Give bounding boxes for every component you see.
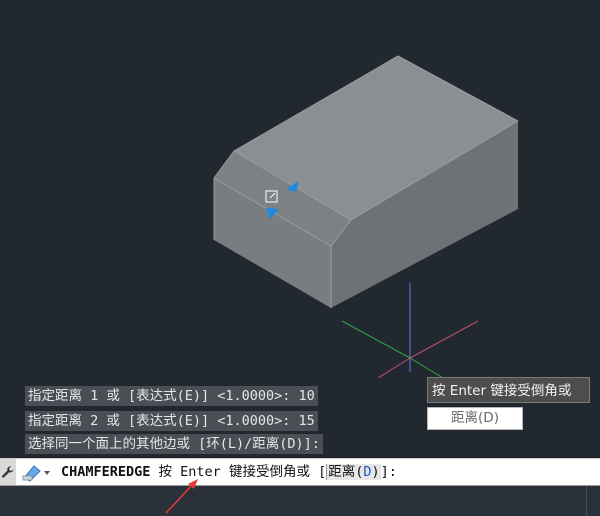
command-name: CHAMFEREDGE xyxy=(61,464,151,480)
ucs-axes-icon xyxy=(341,283,479,379)
prompt-enter-word: Enter xyxy=(180,464,221,480)
prompt-before: 按 xyxy=(150,464,181,480)
wrench-icon[interactable] xyxy=(0,459,16,485)
command-option-distance[interactable]: 距离(D) xyxy=(326,464,381,480)
prompt-tail: ]: xyxy=(380,464,397,480)
command-line[interactable]: CHAMFEREDGE 按 Enter 键接受倒角或 [距离(D)]: xyxy=(0,458,600,486)
prompt-after: 键接受倒角或 [ xyxy=(220,464,327,480)
command-prompt: CHAMFEREDGE 按 Enter 键接受倒角或 [距离(D)]: xyxy=(61,459,397,485)
dynamic-input-option-distance[interactable]: 距离(D) xyxy=(427,407,523,430)
history-line-3: 选择同一个面上的其他边或 [环(L)/距离(D)]: xyxy=(25,434,323,454)
history-line-1: 指定距离 1 或 [表达式(E)] <1.0000>: 10 xyxy=(25,386,318,406)
status-divider xyxy=(586,486,587,516)
history-line-2: 指定距离 2 或 [表达式(E)] <1.0000>: 15 xyxy=(25,411,318,431)
status-bar xyxy=(0,486,600,516)
dynamic-input-tooltip: 按 Enter 键接受倒角或 xyxy=(427,377,590,403)
recent-commands-icon[interactable] xyxy=(20,462,56,482)
